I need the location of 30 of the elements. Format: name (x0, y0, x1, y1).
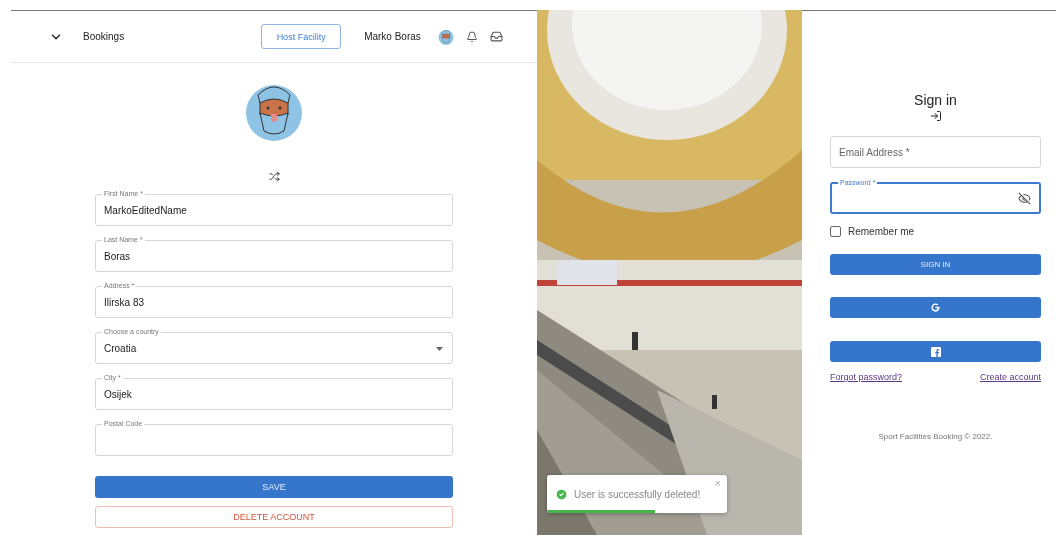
field-value: Ilirska 83 (104, 296, 144, 308)
nav-label: Bookings (83, 31, 125, 42)
eye-off-icon[interactable] (1018, 191, 1031, 205)
bell-icon[interactable] (465, 30, 478, 43)
field-value: Osijek (104, 388, 132, 400)
host-facility-button[interactable]: Host Facility (261, 24, 342, 49)
toast-message: User is successfully deleted! (574, 488, 701, 500)
caret-icon (436, 347, 443, 351)
footer-text: Sport Facilities Booking © 2022. (878, 432, 993, 441)
sign-in-title: Sign in (914, 92, 957, 108)
avatar-icon (437, 28, 454, 45)
save-button[interactable]: SAVE (95, 476, 453, 498)
facebook-icon (930, 346, 941, 357)
sign-in-button[interactable]: SIGN IN (830, 254, 1041, 275)
forgot-password-link[interactable]: Forgot password? (830, 372, 903, 382)
login-icon (929, 110, 942, 122)
delete-account-button[interactable]: DELETE ACCOUNT (95, 506, 453, 528)
field-value: MarkoEditedName (104, 204, 187, 216)
field-value: Croatia (104, 342, 137, 354)
field-value: Boras (104, 250, 131, 262)
checkbox-label: Remember me (848, 226, 915, 237)
inbox-icon[interactable] (489, 30, 503, 43)
shuffle-icon[interactable] (268, 171, 280, 182)
google-icon (930, 302, 941, 313)
field-placeholder: Email Address * (839, 146, 910, 158)
remember-checkbox[interactable] (830, 226, 841, 237)
create-account-link[interactable]: Create account (979, 372, 1041, 382)
email-field[interactable]: Email Address * (830, 136, 1041, 168)
user-name: Marko Boras (364, 31, 421, 42)
success-icon (555, 487, 568, 501)
